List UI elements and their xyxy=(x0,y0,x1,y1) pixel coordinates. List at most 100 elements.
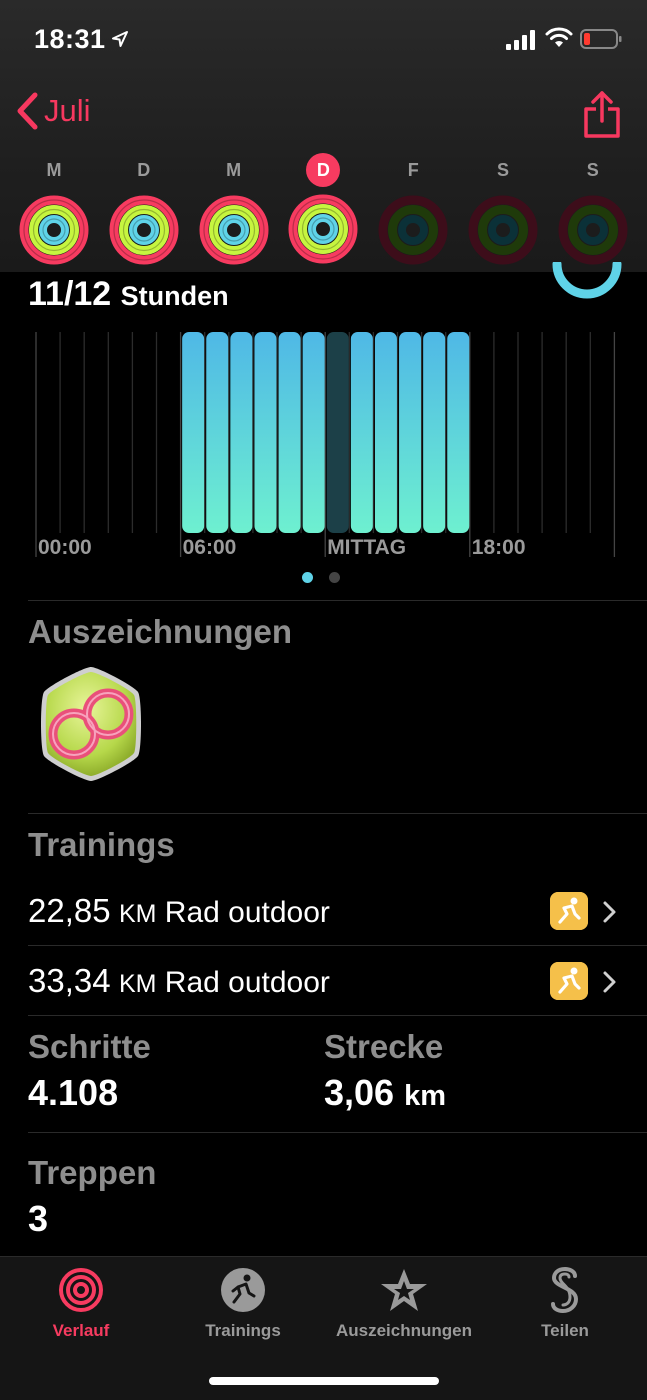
back-label: Juli xyxy=(44,93,91,128)
activity-rings-icon xyxy=(558,195,628,265)
location-arrow-icon xyxy=(112,31,128,47)
stand-hour-bar xyxy=(399,332,422,533)
chevron-right-icon xyxy=(603,901,616,923)
tab-auszeichnungen[interactable]: Auszeichnungen xyxy=(330,1267,478,1341)
chart-tick-label: MITTAG xyxy=(327,536,406,559)
page-dot-1[interactable] xyxy=(302,572,313,583)
training-summary: 22,85 KM Rad outdoor xyxy=(28,892,330,930)
distance-value-group: 3,06 km xyxy=(324,1072,446,1114)
header-area: 18:31 Juli M D M D F S S xyxy=(0,0,647,272)
day-letter: S xyxy=(496,160,509,180)
stand-hour-bar xyxy=(374,332,397,533)
stand-hour-bar xyxy=(254,332,277,533)
training-row[interactable]: 22,85 KM Rad outdoor xyxy=(0,880,647,948)
chart-tick-label: 00:00 xyxy=(38,536,92,559)
distance-label: Strecke xyxy=(324,1028,444,1065)
day-letter: D xyxy=(306,153,341,187)
training-distance: 22,85 xyxy=(28,892,111,929)
tab-trainings[interactable]: Trainings xyxy=(190,1267,296,1341)
cycling-workout-icon xyxy=(550,892,588,930)
stand-hour-bar xyxy=(447,332,470,533)
trainings-title: Trainings xyxy=(28,826,175,863)
day-letter: D xyxy=(137,160,151,180)
cycling-workout-icon xyxy=(550,962,588,1000)
activity-rings-icon xyxy=(288,194,358,264)
chart-tick-label: 18:00 xyxy=(472,536,526,559)
day-5[interactable]: F xyxy=(376,152,450,266)
training-distance: 33,34 xyxy=(28,962,111,999)
tab-label: Teilen xyxy=(541,1321,589,1340)
distance-unit: km xyxy=(404,1080,447,1112)
day-3[interactable]: M xyxy=(197,152,271,266)
training-unit: KM xyxy=(118,970,157,998)
activity-rings-icon xyxy=(199,195,269,265)
divider xyxy=(28,600,647,601)
chevron-left-icon xyxy=(17,92,38,130)
tab-label: Trainings xyxy=(205,1321,281,1340)
tab-label: Auszeichnungen xyxy=(335,1321,472,1340)
navigation-bar: Juli xyxy=(0,85,647,145)
page-dot-2[interactable] xyxy=(329,572,340,583)
tab-teilen[interactable]: Teilen xyxy=(530,1267,600,1341)
page-indicator[interactable] xyxy=(302,572,340,583)
activity-rings-icon xyxy=(378,195,448,265)
share-icon[interactable] xyxy=(582,89,622,139)
hourly-stand-chart[interactable]: 00:00 06:00 MITTAG 18:00 xyxy=(0,325,647,565)
training-unit: KM xyxy=(118,900,157,928)
stairs-value: 3 xyxy=(28,1198,49,1239)
stand-hours: 11/12 Stunden xyxy=(28,275,229,314)
week-strip: MDMDFSS xyxy=(0,152,647,267)
training-row[interactable]: 33,34 KM Rad outdoor xyxy=(0,950,647,1018)
stand-hours-value: 11/12 xyxy=(28,275,112,313)
distance-value: 3,06 xyxy=(324,1072,395,1113)
stand-ring-icon xyxy=(552,262,622,299)
back-button[interactable]: Juli xyxy=(14,91,91,131)
steps-value: 4.108 xyxy=(28,1072,119,1113)
stand-hour-bar xyxy=(278,332,301,533)
tab-label: Verlauf xyxy=(52,1321,110,1340)
day-letter: S xyxy=(586,160,599,180)
divider xyxy=(28,1015,647,1016)
day-letter: M xyxy=(226,160,242,180)
day-4[interactable]: D xyxy=(286,152,360,265)
award-star-icon xyxy=(381,1269,427,1311)
steps-label: Schritte xyxy=(28,1028,151,1065)
activity-rings-icon xyxy=(59,1268,103,1312)
status-time: 18:31 xyxy=(34,24,106,54)
awards-title: Auszeichnungen xyxy=(28,613,293,650)
stand-hour-bar xyxy=(350,332,373,533)
tab-verlauf[interactable]: Verlauf xyxy=(38,1267,124,1341)
day-letter: F xyxy=(407,160,419,180)
missed-hour-bar xyxy=(326,332,349,533)
day-letter: M xyxy=(46,160,62,180)
chart-tick-label: 06:00 xyxy=(183,536,237,559)
cellular-signal-icon xyxy=(506,30,535,50)
divider xyxy=(28,1132,647,1133)
activity-rings-icon xyxy=(109,195,179,265)
day-2[interactable]: D xyxy=(107,152,181,266)
day-7[interactable]: S xyxy=(556,152,630,266)
stand-hour-bar xyxy=(302,332,325,533)
divider xyxy=(28,813,647,814)
home-indicator[interactable] xyxy=(209,1377,439,1385)
stairs-label: Treppen xyxy=(28,1154,157,1191)
training-type: Rad outdoor xyxy=(164,896,330,929)
divider xyxy=(28,945,647,946)
day-1[interactable]: M xyxy=(17,152,91,266)
status-bar: 18:31 xyxy=(0,0,647,80)
stand-hour-bar xyxy=(423,332,446,533)
chevron-right-icon xyxy=(603,971,616,993)
training-summary: 33,34 KM Rad outdoor xyxy=(28,962,330,1000)
wifi-icon xyxy=(545,27,573,47)
running-figure-icon xyxy=(221,1268,265,1312)
training-type: Rad outdoor xyxy=(164,966,330,999)
stand-hour-bar xyxy=(206,332,229,533)
award-badge-icon[interactable] xyxy=(34,664,148,784)
stand-hour-bar xyxy=(182,332,205,533)
activity-rings-icon xyxy=(19,195,89,265)
activity-rings-icon xyxy=(468,195,538,265)
share-s-icon xyxy=(551,1267,579,1313)
battery-low-icon xyxy=(580,29,622,49)
day-6[interactable]: S xyxy=(466,152,540,266)
stand-hours-unit: Stunden xyxy=(120,281,229,311)
